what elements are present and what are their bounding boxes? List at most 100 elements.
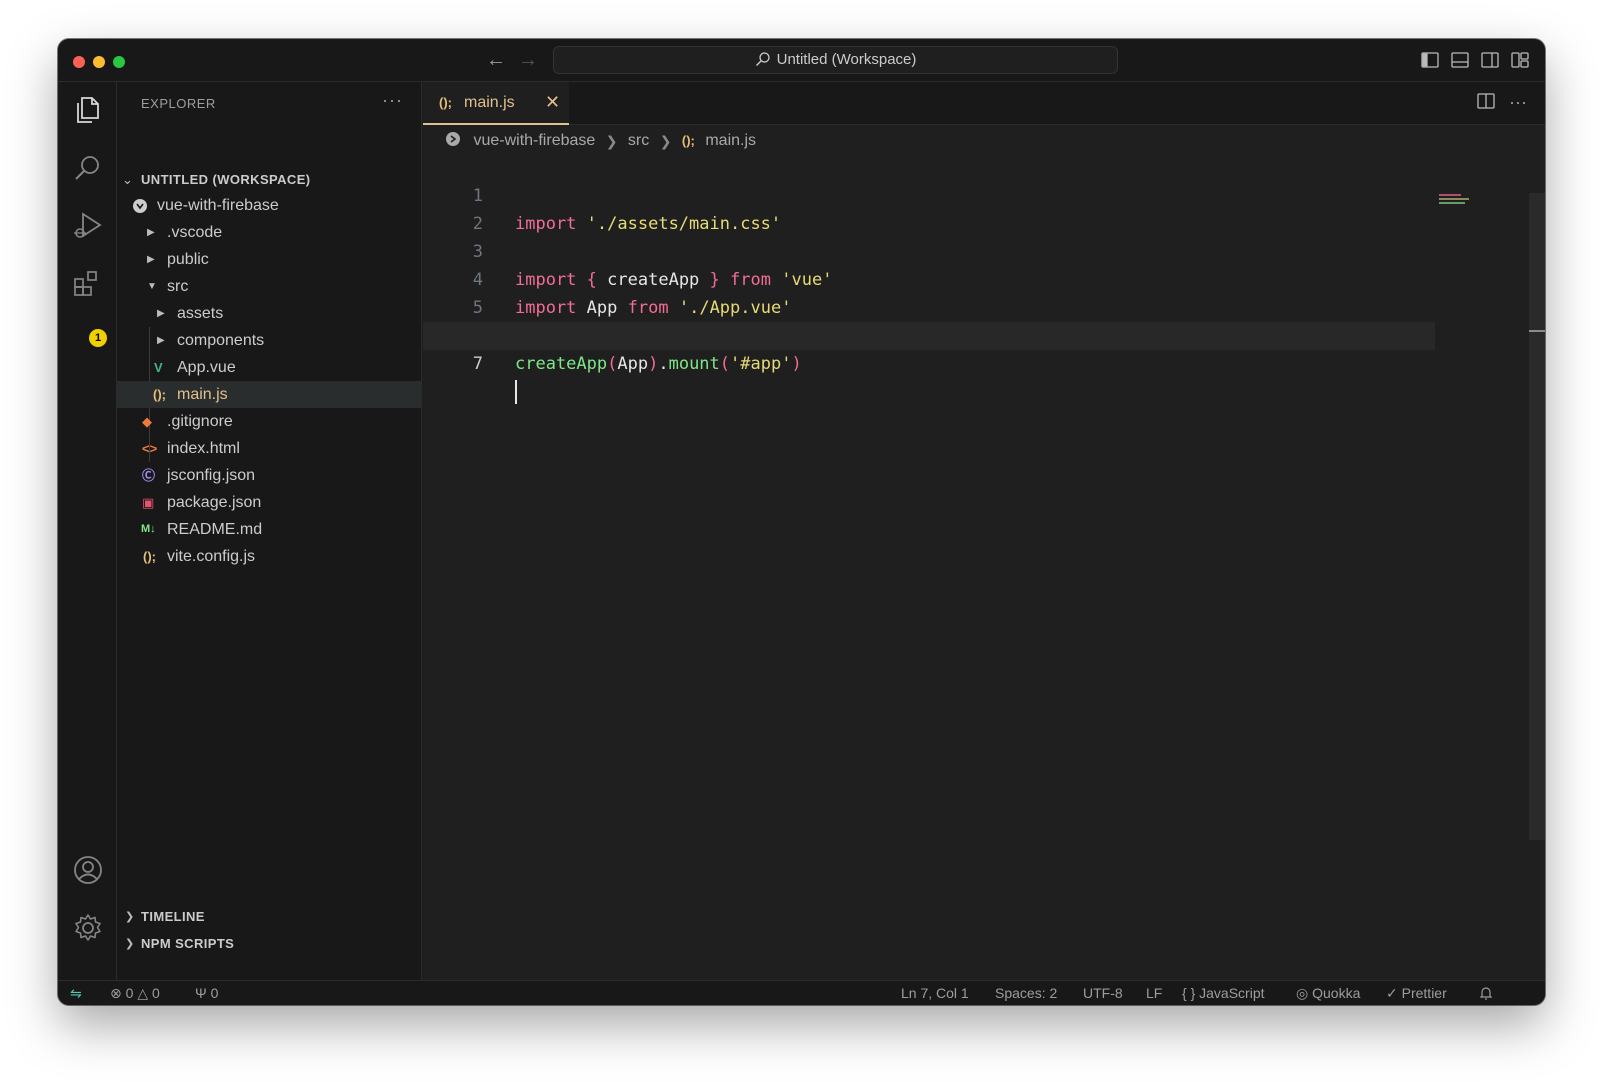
toggle-secondary-sidebar-icon[interactable] <box>1481 51 1499 69</box>
tree-item-public[interactable]: ▶ public <box>117 246 421 273</box>
tree-item-root[interactable]: vue-with-firebase <box>117 192 421 219</box>
tree-item-label: package.json <box>167 494 262 511</box>
settings-gear-icon[interactable] <box>72 912 104 944</box>
tree-item-label: src <box>167 278 189 295</box>
tree-item-label: assets <box>177 305 224 322</box>
error-count: 0 <box>125 985 134 1001</box>
vertical-scrollbar[interactable] <box>1529 193 1545 840</box>
cursor-position[interactable]: Ln 7, Col 1 <box>901 981 969 1005</box>
antenna-icon: Ψ <box>195 985 207 1001</box>
extensions-badge: 1 <box>89 329 107 347</box>
breadcrumb-item[interactable]: vue-with-firebase <box>473 132 595 149</box>
close-window-button[interactable] <box>73 56 85 68</box>
minimap[interactable] <box>1439 194 1473 206</box>
tree-item-vite-config[interactable]: (); vite.config.js <box>117 543 421 570</box>
account-icon[interactable] <box>72 854 104 886</box>
indentation[interactable]: Spaces: 2 <box>995 981 1057 1005</box>
arrow-left-icon[interactable]: ← <box>486 49 506 71</box>
editor-area: (); main.js ✕ ··· vue-with-firebase ❯ sr… <box>423 82 1545 980</box>
tree-item-label: App.vue <box>177 359 236 376</box>
editor-tabs: (); main.js ✕ ··· <box>423 82 1545 125</box>
bell-icon[interactable] <box>1479 981 1493 1005</box>
timeline-section-title: TIMELINE <box>141 909 205 924</box>
code-line-current: 7 <box>423 322 1435 404</box>
end-of-line[interactable]: LF <box>1146 981 1162 1005</box>
ports-indicator[interactable]: Ψ 0 <box>195 981 218 1005</box>
close-icon[interactable]: ✕ <box>545 92 560 113</box>
quokka-status[interactable]: ◎ Quokka <box>1296 981 1360 1005</box>
tree-item-label: index.html <box>167 440 240 457</box>
tree-item-label: main.js <box>177 386 228 403</box>
encoding[interactable]: UTF-8 <box>1083 981 1123 1005</box>
line-number: 7 <box>472 354 483 374</box>
maximize-window-button[interactable] <box>113 56 125 68</box>
chevron-right-icon: ▶ <box>157 308 165 319</box>
more-actions-icon[interactable]: ··· <box>1509 92 1527 115</box>
language-mode[interactable]: { } JavaScript <box>1182 981 1265 1005</box>
tree-item-gitignore[interactable]: ◆ .gitignore <box>117 408 421 435</box>
chevron-right-icon: ❯ <box>605 133 618 149</box>
run-debug-icon[interactable] <box>72 210 104 242</box>
tree-item-components[interactable]: ▶ components <box>117 327 421 354</box>
prettier-status[interactable]: ✓ Prettier <box>1386 981 1447 1005</box>
tree-item-assets[interactable]: ▶ assets <box>117 300 421 327</box>
more-actions-icon[interactable]: ··· <box>382 90 403 111</box>
vue-file-icon: V <box>154 360 163 375</box>
breadcrumb-item[interactable]: src <box>628 132 649 149</box>
scrollbar-cursor-marker <box>1529 330 1545 332</box>
extensions-icon[interactable] <box>72 268 104 300</box>
language-label: JavaScript <box>1199 985 1265 1001</box>
tree-item-label: README.md <box>167 521 263 538</box>
split-editor-icon[interactable] <box>1477 92 1495 115</box>
minimize-window-button[interactable] <box>93 56 105 68</box>
error-icon: ⊗ <box>110 985 122 1001</box>
folder-root-icon <box>445 132 465 149</box>
command-center[interactable]: Untitled (Workspace) <box>553 46 1118 74</box>
tree-item-label: public <box>167 251 209 268</box>
command-center-title: Untitled (Workspace) <box>776 51 917 68</box>
tree-item-main-js[interactable]: (); main.js <box>117 381 421 408</box>
search-icon <box>755 51 770 66</box>
code-line: 4 import App from './App.vue' <box>423 238 1435 318</box>
tab-main-js[interactable]: (); main.js ✕ <box>423 82 569 125</box>
chevron-right-icon: ▶ <box>157 335 165 346</box>
eye-icon: ◎ <box>1296 985 1309 1001</box>
tree-item-label: vite.config.js <box>167 548 256 565</box>
code-line: 5 <box>423 266 1435 318</box>
timeline-section[interactable]: ❯ TIMELINE <box>117 904 421 930</box>
js-file-icon: (); <box>681 133 695 148</box>
code-line: 1 import './assets/main.css' <box>423 154 1435 234</box>
git-file-icon: ◆ <box>142 414 152 429</box>
warning-icon: △ <box>137 985 149 1001</box>
activity-bar: 1 <box>58 82 117 980</box>
code-line: 3 import { createApp } from 'vue' <box>423 210 1435 290</box>
breadcrumb-item[interactable]: main.js <box>705 132 756 149</box>
tab-label: main.js <box>464 94 515 111</box>
npm-scripts-section[interactable]: ❯ NPM SCRIPTS <box>117 931 421 957</box>
search-icon[interactable] <box>72 152 104 184</box>
chevron-right-icon: ▶ <box>147 227 155 238</box>
problems-indicator[interactable]: ⊗ 0 △ 0 <box>110 981 160 1005</box>
chevron-down-icon: ▼ <box>147 281 157 292</box>
title-bar: ← → Untitled (Workspace) <box>58 39 1545 82</box>
jsconfig-file-icon: Ⓒ <box>142 468 156 483</box>
explorer-icon[interactable] <box>72 94 104 126</box>
customize-layout-icon[interactable] <box>1511 51 1529 69</box>
tree-item-readme[interactable]: M↓ README.md <box>117 516 421 543</box>
toggle-panel-icon[interactable] <box>1451 51 1469 69</box>
tree-item-index-html[interactable]: <> index.html <box>117 435 421 462</box>
tree-item-package-json[interactable]: ▣ package.json <box>117 489 421 516</box>
arrow-right-icon[interactable]: → <box>518 49 538 71</box>
toggle-primary-sidebar-icon[interactable] <box>1421 51 1439 69</box>
chevron-right-icon: ▶ <box>147 254 155 265</box>
tree-item-src[interactable]: ▼ src <box>117 273 421 300</box>
tree-item-vscode[interactable]: ▶ .vscode <box>117 219 421 246</box>
tree-item-jsconfig[interactable]: Ⓒ jsconfig.json <box>117 462 421 489</box>
tree-item-app-vue[interactable]: V App.vue <box>117 354 421 381</box>
remote-icon[interactable]: ⇋ <box>70 981 82 1005</box>
workspace-header[interactable]: ⌄ UNTITLED (WORKSPACE) <box>117 166 421 193</box>
js-file-icon: (); <box>143 549 156 564</box>
npm-scripts-section-title: NPM SCRIPTS <box>141 936 235 951</box>
prettier-label: Prettier <box>1401 985 1447 1001</box>
tree-item-label: .vscode <box>167 224 223 241</box>
